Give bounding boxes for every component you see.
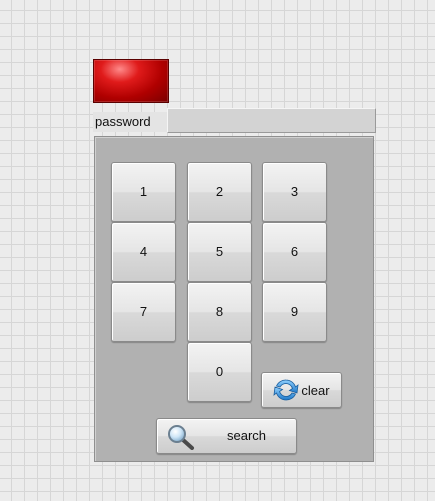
key-4-button[interactable]: 4 — [111, 222, 176, 282]
clear-button[interactable]: clear — [261, 372, 342, 408]
key-1-button[interactable]: 1 — [111, 162, 176, 222]
magnifier-icon — [167, 424, 195, 453]
key-3-button[interactable]: 3 — [262, 162, 327, 222]
status-indicator-led — [93, 59, 169, 103]
search-button-label: search — [227, 428, 267, 443]
refresh-icon — [273, 377, 299, 403]
key-9-button[interactable]: 9 — [262, 282, 327, 342]
key-8-button[interactable]: 8 — [187, 282, 252, 342]
password-field[interactable] — [167, 108, 376, 133]
key-7-button[interactable]: 7 — [111, 282, 176, 342]
key-2-button[interactable]: 2 — [187, 162, 252, 222]
password-label: password — [93, 112, 167, 132]
clear-button-label: clear — [301, 382, 330, 398]
search-button[interactable]: search — [156, 418, 297, 454]
key-5-button[interactable]: 5 — [187, 222, 252, 282]
key-0-button[interactable]: 0 — [187, 342, 252, 402]
key-6-button[interactable]: 6 — [262, 222, 327, 282]
